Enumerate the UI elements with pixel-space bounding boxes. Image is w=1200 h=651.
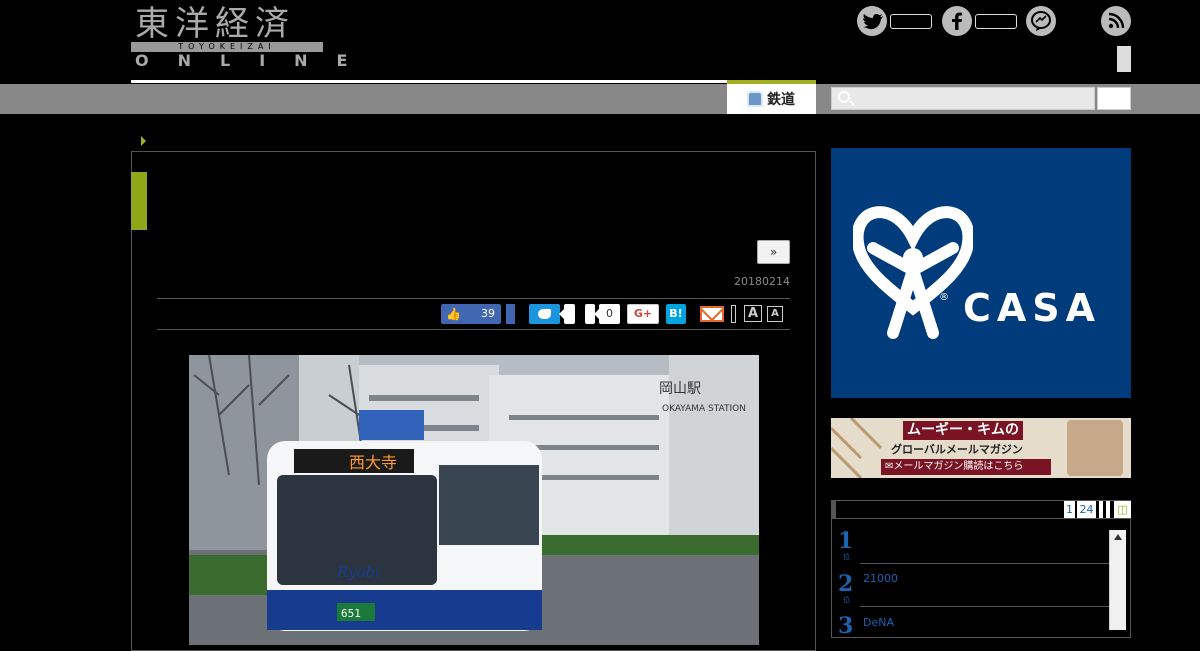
share-bar-top-rule (157, 298, 790, 299)
ranking-page-tab[interactable] (1099, 501, 1103, 518)
casa-logo-text: CASA (963, 286, 1102, 330)
ranking-page-1[interactable]: 1 (1064, 501, 1075, 518)
thumbs-up-icon: 👍 (446, 307, 461, 321)
nav-tab-railway[interactable]: 鉄道 (727, 80, 816, 114)
bus-brand-text: Ryobi (336, 563, 380, 581)
google-plus-button[interactable]: G+ (627, 304, 659, 324)
next-page-button[interactable]: » (757, 240, 790, 264)
bus-plate-text: 651 (341, 607, 361, 620)
train-icon (747, 91, 763, 107)
ranking-divider (860, 563, 1109, 564)
pocket-count: 0 (594, 304, 620, 324)
nav-tab-railway-label: 鉄道 (767, 92, 795, 108)
ranking-scrollbar[interactable] (1109, 530, 1126, 630)
font-size-large-button[interactable]: A (744, 305, 762, 322)
logo-japanese-text: 東洋経済 (135, 4, 295, 44)
header-menu-toggle[interactable] (1117, 46, 1131, 72)
station-sign-roman: OKAYAMA STATION (662, 404, 746, 414)
facebook-share-button[interactable] (506, 304, 515, 324)
font-size-small-button[interactable]: A (767, 306, 783, 322)
hatena-bookmark-button[interactable]: B! (666, 304, 686, 324)
newsletter-advertisement[interactable]: ムーギー・キムの グローバルメールマガジン ✉メールマガジン購読はこちら (831, 418, 1131, 478)
print-button[interactable] (731, 305, 736, 323)
ranking-suffix: 位 (843, 553, 850, 561)
bus-destination-text: 西大寺 (349, 453, 397, 472)
facebook-icon[interactable] (942, 6, 972, 36)
logo-online-text: ONLINE (135, 51, 377, 70)
breadcrumb-arrow-icon (141, 136, 146, 146)
casa-heart-figure-icon (853, 206, 973, 339)
ranking-suffix: 位 (843, 596, 850, 604)
ranking-number: 3 (838, 613, 854, 639)
search-button[interactable] (1097, 87, 1131, 110)
casa-advertisement[interactable]: ® CASA (831, 148, 1131, 398)
ranking-number: 1 (838, 528, 854, 554)
facebook-count-box (975, 14, 1017, 29)
ranking-grid-icon[interactable]: ◫ (1114, 501, 1131, 518)
rss-icon[interactable] (1101, 6, 1131, 36)
newsletter-ad-subtitle: グローバルメールマガジン (891, 443, 1023, 456)
nav-top-rule (131, 80, 727, 83)
scroll-up-icon[interactable] (1114, 534, 1122, 540)
mail-share-icon[interactable] (700, 306, 724, 322)
site-logo[interactable]: 東洋経済 TOYOKEIZAI ONLINE (131, 4, 347, 70)
twitter-icon[interactable] (857, 6, 887, 36)
twitter-count-box (890, 14, 932, 29)
facebook-like-button[interactable]: 👍 39 (441, 304, 501, 324)
ranking-number: 2 (838, 571, 854, 597)
article-title-accent (131, 172, 147, 230)
ranking-item-title[interactable]: DeNA (863, 616, 894, 629)
bus-graphic: 西大寺 Ryobi 651 (267, 410, 542, 631)
search-input[interactable] (831, 87, 1095, 110)
newsletter-ad-cta: ✉メールマガジン購読はこちら (881, 459, 1051, 475)
article-photo: 岡山駅 OKAYAMA STATION 西大寺 Ryobi 651 (189, 355, 759, 645)
ranking-header-accent (831, 500, 836, 518)
article-date: 20180214 (734, 275, 790, 288)
tweet-count-bubble (559, 304, 575, 324)
station-sign-text: 岡山駅 (659, 381, 701, 397)
registered-mark: ® (939, 292, 949, 303)
author-portrait (1067, 420, 1123, 476)
ranking-page-tab[interactable] (1106, 501, 1110, 518)
ranking-divider (860, 606, 1109, 607)
messenger-icon[interactable] (1026, 6, 1056, 36)
ranking-page-24[interactable]: 24 (1077, 501, 1096, 518)
newsletter-ad-headline: ムーギー・キムの (903, 421, 1023, 440)
tweet-button[interactable] (529, 304, 560, 324)
share-bar-bottom-rule (157, 329, 790, 330)
ranking-item-title[interactable]: 21000 (863, 572, 898, 585)
facebook-like-count: 39 (481, 307, 495, 320)
search-icon (838, 91, 850, 103)
